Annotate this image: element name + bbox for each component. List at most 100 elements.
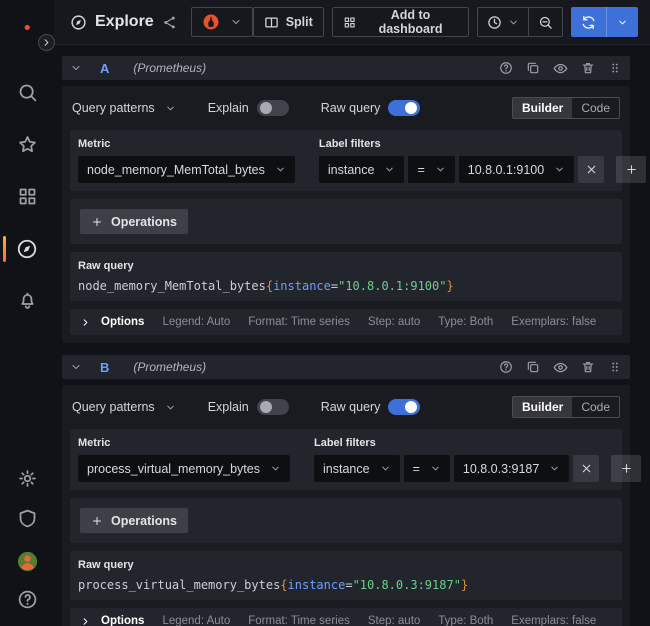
add-to-dashboard-button[interactable]: Add to dashboard bbox=[332, 7, 469, 37]
run-query-interval-dropdown[interactable] bbox=[607, 7, 638, 37]
query-datasource-label: (Prometheus) bbox=[133, 61, 206, 75]
chevron-down-icon bbox=[384, 164, 395, 175]
builder-option[interactable]: Builder bbox=[513, 397, 572, 417]
help-icon[interactable] bbox=[0, 589, 54, 610]
time-zoom-out-button[interactable] bbox=[529, 8, 562, 36]
builder-option[interactable]: Builder bbox=[513, 98, 572, 118]
query-editor-toolbar: Query patterns Explain Raw query Builder… bbox=[72, 395, 620, 419]
label-operator-value: = bbox=[417, 163, 424, 177]
add-to-dashboard-label: Add to dashboard bbox=[363, 8, 458, 36]
split-button[interactable]: Split bbox=[253, 7, 324, 37]
code-option[interactable]: Code bbox=[572, 397, 619, 417]
drag-grip-icon[interactable] bbox=[608, 61, 622, 75]
raw-query-toggle[interactable] bbox=[388, 399, 420, 415]
operations-label: Operations bbox=[111, 215, 177, 229]
metric-label: Metric bbox=[78, 138, 295, 150]
label-operator-select[interactable]: = bbox=[408, 156, 454, 183]
alerting-bell-icon[interactable] bbox=[0, 290, 54, 311]
raw-query-heading: Raw query bbox=[78, 559, 614, 571]
add-operation-button[interactable]: Operations bbox=[80, 508, 188, 533]
collapse-chevron-icon[interactable] bbox=[70, 361, 82, 373]
legend-stat: Legend: Auto bbox=[162, 615, 230, 626]
query-row-b: B (Prometheus) Query patterns Explain bbox=[62, 355, 630, 626]
metric-value: process_virtual_memory_bytes bbox=[87, 462, 260, 476]
clock-icon bbox=[487, 15, 502, 30]
query-letter[interactable]: B bbox=[100, 360, 109, 375]
datasource-help-icon[interactable] bbox=[499, 360, 513, 374]
label-key-value: instance bbox=[328, 163, 375, 177]
explore-compass-icon bbox=[70, 14, 87, 31]
metric-select[interactable]: process_virtual_memory_bytes bbox=[78, 455, 290, 482]
options-toggle[interactable]: Options bbox=[80, 615, 144, 626]
remove-filter-button[interactable] bbox=[573, 455, 599, 482]
chevron-down-icon bbox=[549, 463, 560, 474]
time-controls-group bbox=[477, 7, 563, 37]
datasource-help-icon[interactable] bbox=[499, 61, 513, 75]
step-stat: Step: auto bbox=[368, 615, 420, 626]
drag-grip-icon[interactable] bbox=[608, 360, 622, 374]
server-admin-shield-icon[interactable] bbox=[0, 508, 54, 529]
duplicate-query-icon[interactable] bbox=[526, 61, 540, 75]
raw-query-toggle[interactable] bbox=[388, 100, 420, 116]
duplicate-query-icon[interactable] bbox=[526, 360, 540, 374]
chevron-down-icon bbox=[508, 17, 519, 28]
options-label: Options bbox=[101, 615, 144, 626]
raw-query-heading: Raw query bbox=[78, 260, 614, 272]
explain-toggle[interactable] bbox=[257, 399, 289, 415]
starred-icon[interactable] bbox=[0, 134, 54, 155]
options-toggle[interactable]: Options bbox=[80, 316, 144, 328]
query-patterns-dropdown[interactable]: Query patterns bbox=[72, 101, 176, 115]
chevron-down-icon bbox=[380, 463, 391, 474]
run-query-button[interactable] bbox=[571, 7, 606, 37]
add-filter-button[interactable] bbox=[611, 455, 641, 482]
explore-query-area: A (Prometheus) Query patterns Explain bbox=[62, 45, 630, 626]
refresh-icon bbox=[581, 15, 596, 30]
remove-query-trash-icon[interactable] bbox=[581, 61, 595, 75]
operations-label: Operations bbox=[111, 514, 177, 528]
close-icon bbox=[585, 163, 598, 176]
toggle-visibility-eye-icon[interactable] bbox=[553, 360, 568, 375]
plus-icon bbox=[91, 515, 103, 527]
configuration-gear-icon[interactable] bbox=[0, 468, 54, 489]
options-collapse-row: Options Legend: Auto Format: Time series… bbox=[70, 309, 622, 335]
label-value: 10.8.0.3:9187 bbox=[463, 462, 539, 476]
label-filters-field: Label filters instance = 10.8. bbox=[319, 138, 646, 183]
code-equals: = bbox=[345, 578, 352, 592]
query-letter[interactable]: A bbox=[100, 61, 109, 76]
remove-filter-button[interactable] bbox=[578, 156, 604, 183]
chevron-down-icon bbox=[230, 16, 242, 28]
metric-field: Metric process_virtual_memory_bytes bbox=[78, 437, 290, 482]
page-title: Explore bbox=[95, 13, 154, 31]
search-icon[interactable] bbox=[0, 82, 54, 103]
chevron-down-icon bbox=[165, 402, 176, 413]
prometheus-icon bbox=[202, 13, 220, 31]
add-operation-button[interactable]: Operations bbox=[80, 209, 188, 234]
label-key-select[interactable]: instance bbox=[314, 455, 400, 482]
raw-query-expression: process_virtual_memory_bytes{instance="1… bbox=[78, 578, 614, 592]
dashboards-icon[interactable] bbox=[0, 186, 54, 207]
toggle-visibility-eye-icon[interactable] bbox=[553, 61, 568, 76]
explore-icon[interactable] bbox=[0, 238, 54, 260]
remove-query-trash-icon[interactable] bbox=[581, 360, 595, 374]
operations-panel: Operations bbox=[70, 199, 622, 244]
label-operator-select[interactable]: = bbox=[404, 455, 450, 482]
metric-select[interactable]: node_memory_MemTotal_bytes bbox=[78, 156, 295, 183]
query-patterns-dropdown[interactable]: Query patterns bbox=[72, 400, 176, 414]
time-range-picker[interactable] bbox=[478, 8, 528, 36]
code-label-key: instance bbox=[288, 578, 346, 592]
user-avatar[interactable] bbox=[0, 550, 54, 573]
query-editor: Query patterns Explain Raw query Builder… bbox=[62, 86, 630, 343]
code-open-brace: { bbox=[266, 279, 273, 293]
share-icon[interactable] bbox=[162, 15, 177, 30]
collapse-chevron-icon[interactable] bbox=[70, 62, 82, 74]
code-label-value: "10.8.0.1:9100" bbox=[338, 279, 446, 293]
explain-toggle[interactable] bbox=[257, 100, 289, 116]
query-patterns-label: Query patterns bbox=[72, 400, 155, 414]
sidebar-expand-button[interactable] bbox=[38, 34, 55, 51]
datasource-picker[interactable] bbox=[191, 7, 253, 37]
label-value-select[interactable]: 10.8.0.3:9187 bbox=[454, 455, 569, 482]
code-option[interactable]: Code bbox=[572, 98, 619, 118]
add-filter-button[interactable] bbox=[616, 156, 646, 183]
label-key-select[interactable]: instance bbox=[319, 156, 405, 183]
label-value-select[interactable]: 10.8.0.1:9100 bbox=[459, 156, 574, 183]
